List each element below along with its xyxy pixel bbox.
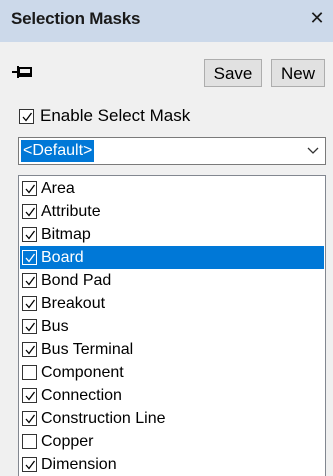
item-checkbox[interactable] (22, 250, 37, 265)
close-icon[interactable]: ✕ (307, 7, 327, 29)
item-label: Bus (41, 318, 69, 335)
mask-preset-dropdown[interactable]: <Default> (18, 137, 326, 165)
item-checkbox[interactable] (22, 388, 37, 403)
item-label: Attribute (41, 203, 101, 220)
list-item[interactable]: Attribute (20, 200, 324, 223)
item-checkbox[interactable] (22, 434, 37, 449)
item-label: Breakout (41, 295, 106, 312)
list-item[interactable]: Bitmap (20, 223, 324, 246)
list-item[interactable]: Copper (20, 430, 324, 453)
item-label: Connection (41, 387, 122, 404)
list-item[interactable]: Area (20, 177, 324, 200)
item-checkbox[interactable] (22, 296, 37, 311)
panel-titlebar: Selection Masks ✕ (0, 0, 333, 42)
mask-item-list[interactable]: Area Attribute Bitmap Board Bond Pad Breakout… (18, 175, 326, 476)
item-label: Dimension (41, 456, 117, 473)
list-item[interactable]: Board (20, 246, 324, 269)
save-button[interactable]: Save (204, 59, 262, 87)
enable-select-mask-checkbox[interactable] (19, 108, 34, 124)
item-label: Area (41, 180, 75, 197)
item-checkbox[interactable] (22, 273, 37, 288)
mask-preset-value: <Default> (21, 140, 95, 162)
item-checkbox[interactable] (22, 181, 37, 196)
list-item[interactable]: Construction Line (20, 407, 324, 430)
list-item[interactable]: Bond Pad (20, 269, 324, 292)
list-item[interactable]: Breakout (20, 292, 324, 315)
item-checkbox[interactable] (22, 342, 37, 357)
item-checkbox[interactable] (22, 204, 37, 219)
new-button[interactable]: New (271, 59, 325, 87)
item-label: Construction Line (41, 410, 166, 427)
list-item[interactable]: Dimension (20, 453, 324, 476)
item-checkbox[interactable] (22, 365, 37, 380)
enable-select-mask-checkbox-row[interactable]: Enable Select Mask (19, 104, 190, 128)
item-label: Board (41, 249, 84, 266)
item-checkbox[interactable] (22, 227, 37, 242)
enable-select-mask-label: Enable Select Mask (40, 106, 191, 125)
chevron-down-icon (307, 147, 319, 154)
list-item[interactable]: Component (20, 361, 324, 384)
item-checkbox[interactable] (22, 319, 37, 334)
item-label: Bitmap (41, 226, 91, 243)
list-item[interactable]: Bus (20, 315, 324, 338)
item-label: Copper (41, 433, 94, 450)
item-checkbox[interactable] (22, 411, 37, 426)
pin-icon[interactable] (10, 61, 36, 83)
item-label: Component (41, 364, 124, 381)
item-label: Bus Terminal (41, 341, 134, 358)
item-checkbox[interactable] (22, 457, 37, 472)
list-item[interactable]: Bus Terminal (20, 338, 324, 361)
list-item[interactable]: Connection (20, 384, 324, 407)
item-label: Bond Pad (41, 272, 112, 289)
panel-title: Selection Masks (11, 9, 141, 28)
